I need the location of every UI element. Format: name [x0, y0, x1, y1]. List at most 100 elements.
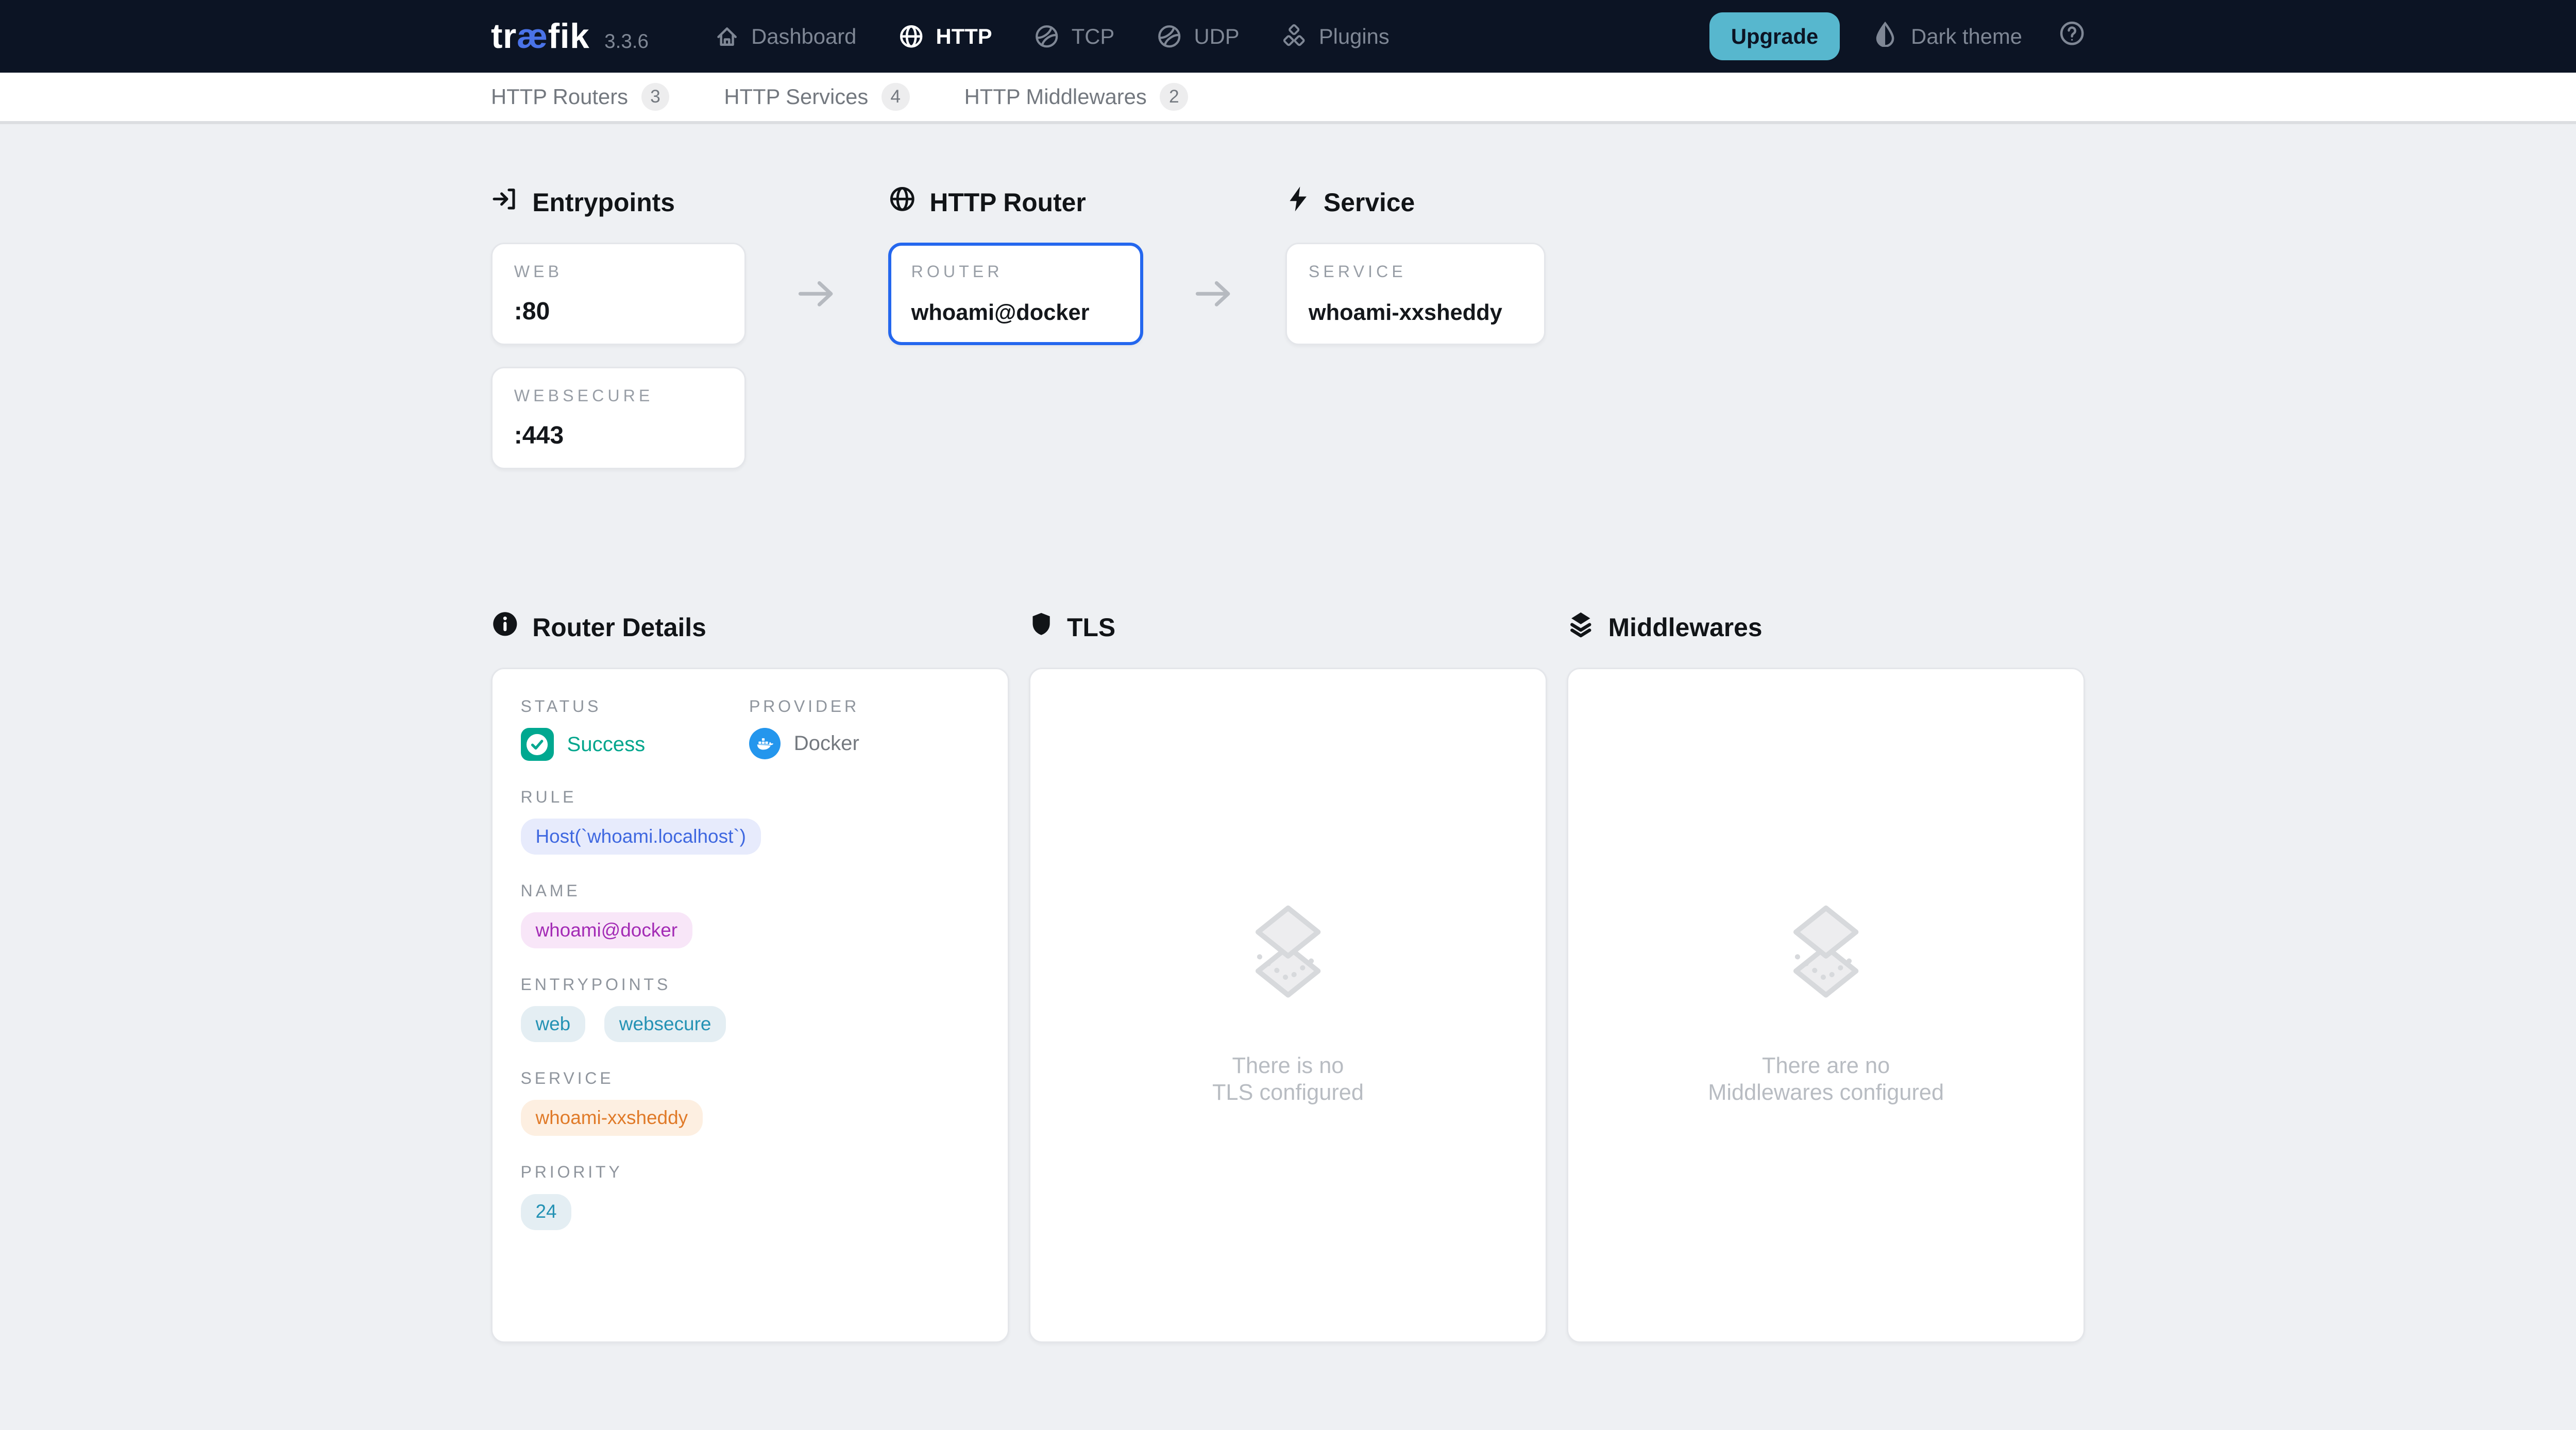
empty-line: TLS configured — [1212, 1079, 1364, 1106]
nav-item-label: Dashboard — [751, 24, 856, 49]
router-card[interactable]: ROUTER whoami@docker — [888, 243, 1143, 345]
version-label: 3.3.6 — [604, 30, 649, 53]
traefik-logo[interactable]: træfik — [491, 16, 589, 56]
main-nav: Dashboard HTTP — [715, 23, 1389, 49]
tab-label: HTTP Middlewares — [964, 84, 1147, 109]
page: træfik 3.3.6 Dashboard — [0, 0, 2576, 1429]
section-title: HTTP Router — [929, 188, 1086, 217]
enter-icon — [491, 185, 519, 219]
tab-label: HTTP Services — [724, 84, 868, 109]
nav-item-udp[interactable]: UDP — [1156, 23, 1240, 49]
tab-count-badge: 3 — [641, 83, 670, 111]
section-title: Entrypoints — [532, 188, 675, 217]
section-title: Middlewares — [1608, 612, 1762, 642]
name-group: NAME whoami@docker — [521, 881, 979, 949]
entrypoints-column: Entrypoints WEB :80 WEBSECURE :443 — [491, 185, 746, 469]
card-value: :443 — [514, 421, 723, 450]
nav-item-dashboard[interactable]: Dashboard — [715, 24, 856, 49]
name-chip: whoami@docker — [521, 912, 692, 948]
status-provider-row: STATUS Success — [521, 697, 979, 787]
sphere-icon — [1033, 23, 1060, 49]
theme-toggle-label: Dark theme — [1911, 24, 2022, 49]
field-label: PRIORITY — [521, 1163, 979, 1182]
section-title: TLS — [1067, 612, 1115, 642]
bolt-icon — [1285, 185, 1310, 219]
pipeline-arrow — [746, 185, 888, 308]
cubes-icon — [1281, 23, 1307, 49]
tls-column: TLS There is no TLS configured — [1029, 610, 1547, 1342]
empty-line: There is no — [1212, 1052, 1364, 1080]
success-check-icon — [521, 728, 554, 761]
rule-chip: Host(`whoami.localhost`) — [521, 819, 761, 855]
globe-icon — [888, 185, 917, 219]
router-column: HTTP Router ROUTER whoami@docker — [888, 185, 1143, 345]
tab-http-services[interactable]: HTTP Services 4 — [724, 83, 909, 111]
entrypoint-chip: websecure — [604, 1006, 726, 1042]
arrow-right-icon — [1194, 280, 1234, 308]
middlewares-column: Middlewares There are no Middl — [1567, 610, 2085, 1342]
navbar-right: Upgrade Dark theme — [1709, 12, 2085, 60]
field-label: SERVICE — [521, 1069, 979, 1088]
arrow-right-icon — [797, 280, 837, 308]
status-value: Success — [567, 733, 646, 756]
layers-empty-icon — [1240, 904, 1336, 1006]
service-card[interactable]: SERVICE whoami-xxsheddy — [1285, 243, 1545, 345]
entrypoints-header: Entrypoints — [491, 185, 746, 219]
section-title: Router Details — [532, 612, 706, 642]
info-circle-icon — [491, 610, 519, 644]
router-details-header: Router Details — [491, 610, 1009, 644]
nav-item-tcp[interactable]: TCP — [1033, 23, 1114, 49]
tab-count-badge: 4 — [882, 83, 910, 111]
service-column: Service SERVICE whoami-xxsheddy — [1285, 185, 1545, 345]
middlewares-header: Middlewares — [1567, 610, 2085, 644]
entrypoint-chip: web — [521, 1006, 586, 1042]
nav-item-plugins[interactable]: Plugins — [1281, 23, 1389, 49]
section-title: Service — [1324, 188, 1415, 217]
field-label: RULE — [521, 788, 979, 807]
router-details-panel: STATUS Success — [491, 668, 1009, 1343]
router-pipeline: Entrypoints WEB :80 WEBSECURE :443 — [491, 185, 2085, 469]
globe-icon — [898, 23, 924, 49]
provider-value: Docker — [794, 731, 859, 755]
nav-item-label: TCP — [1072, 24, 1115, 49]
home-icon — [715, 24, 739, 49]
main-content: Entrypoints WEB :80 WEBSECURE :443 — [0, 124, 2576, 1429]
card-value: whoami-xxsheddy — [1309, 300, 1522, 326]
entrypoints-group: ENTRYPOINTS web websecure — [521, 975, 979, 1043]
nav-item-label: Plugins — [1319, 24, 1389, 49]
tls-panel: There is no TLS configured — [1029, 668, 1547, 1343]
help-button[interactable] — [2059, 20, 2085, 53]
empty-message: There are no Middlewares configured — [1708, 1052, 1944, 1107]
router-details-column: Router Details STATUS — [491, 610, 1009, 1342]
field-label: STATUS — [521, 697, 749, 716]
pipeline-arrow — [1143, 185, 1285, 308]
card-label: ROUTER — [911, 262, 1121, 281]
empty-line: Middlewares configured — [1708, 1079, 1944, 1106]
logo-text: fik — [548, 17, 590, 56]
card-label: SERVICE — [1309, 262, 1522, 281]
tab-http-middlewares[interactable]: HTTP Middlewares 2 — [964, 83, 1189, 111]
theme-toggle[interactable]: Dark theme — [1873, 21, 2022, 52]
tab-label: HTTP Routers — [491, 84, 628, 109]
field-label: PROVIDER — [749, 697, 979, 716]
priority-chip: 24 — [521, 1194, 572, 1230]
empty-line: There are no — [1708, 1052, 1944, 1080]
card-value: :80 — [514, 297, 723, 326]
layers-icon — [1567, 610, 1595, 644]
upgrade-button[interactable]: Upgrade — [1709, 12, 1840, 60]
entrypoint-card-web: WEB :80 — [491, 243, 746, 345]
docker-icon — [749, 728, 781, 759]
http-router-header: HTTP Router — [888, 185, 1143, 219]
details-section: Router Details STATUS — [491, 610, 2085, 1342]
service-header: Service — [1285, 185, 1545, 219]
brand: træfik 3.3.6 — [491, 16, 649, 56]
nav-item-label: HTTP — [936, 24, 992, 49]
entrypoint-card-websecure: WEBSECURE :443 — [491, 367, 746, 469]
tab-http-routers[interactable]: HTTP Routers 3 — [491, 83, 669, 111]
shield-icon — [1029, 610, 1054, 644]
card-value: whoami@docker — [911, 300, 1121, 326]
rule-group: RULE Host(`whoami.localhost`) — [521, 788, 979, 855]
empty-message: There is no TLS configured — [1212, 1052, 1364, 1107]
sphere-icon — [1156, 23, 1182, 49]
nav-item-http[interactable]: HTTP — [898, 23, 992, 49]
